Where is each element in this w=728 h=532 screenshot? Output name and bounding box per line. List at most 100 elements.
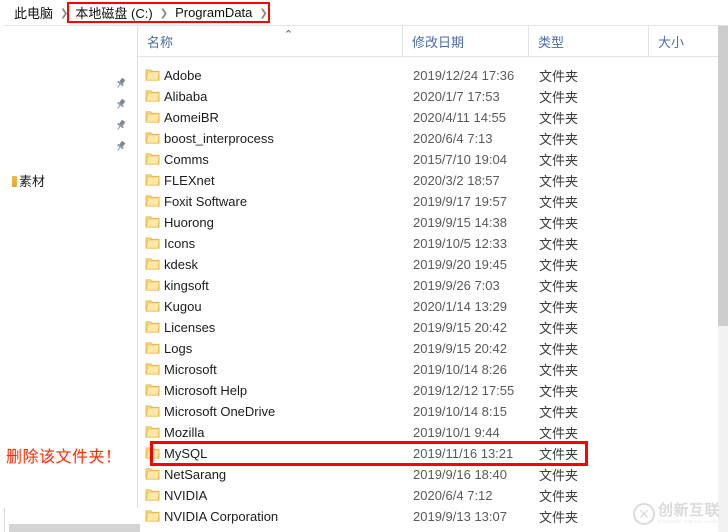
folder-icon xyxy=(145,257,160,271)
folder-icon xyxy=(145,320,160,334)
file-type-cell: 文件夹 xyxy=(539,300,579,315)
table-row[interactable]: Microsoft 2019/10/14 8:26 文件夹 xyxy=(138,359,718,380)
file-type-cell: 文件夹 xyxy=(539,216,579,231)
table-row[interactable]: Huorong 2019/9/15 14:38 文件夹 xyxy=(138,212,718,233)
vscroll-thumb[interactable] xyxy=(718,26,728,326)
file-name-cell[interactable]: Mozilla xyxy=(164,425,204,440)
sidebar-item-sucai[interactable]: 素材 xyxy=(12,171,45,190)
breadcrumb-item-1[interactable]: 本地磁盘 (C:) xyxy=(71,3,156,22)
file-name-cell[interactable]: Huorong xyxy=(164,215,214,230)
file-name-cell[interactable]: Foxit Software xyxy=(164,194,247,209)
pin-icon[interactable] xyxy=(114,140,127,153)
pin-icon[interactable] xyxy=(114,77,127,90)
file-type-cell: 文件夹 xyxy=(539,426,579,441)
file-name-cell[interactable]: MySQL xyxy=(164,446,207,461)
column-header-type[interactable]: 类型 xyxy=(528,26,648,56)
file-name-cell[interactable]: Microsoft xyxy=(164,362,217,377)
breadcrumb-chevron-right-icon[interactable]: ❯ xyxy=(256,8,270,19)
table-row[interactable]: Adobe 2019/12/24 17:36 文件夹 xyxy=(138,65,718,86)
file-type-cell: 文件夹 xyxy=(539,69,579,84)
pin-icon[interactable] xyxy=(114,119,127,132)
file-name-cell[interactable]: Alibaba xyxy=(164,89,207,104)
file-name-cell[interactable]: Comms xyxy=(164,152,209,167)
file-name-cell[interactable]: Licenses xyxy=(164,320,215,335)
file-type-cell: 文件夹 xyxy=(539,90,579,105)
table-row[interactable]: AomeiBR 2020/4/11 14:55 文件夹 xyxy=(138,107,718,128)
table-row[interactable]: MySQL 2019/11/16 13:21 文件夹 xyxy=(138,443,718,464)
table-row[interactable]: Icons 2019/10/5 12:33 文件夹 xyxy=(138,233,718,254)
nav-horizontal-scrollbar[interactable] xyxy=(9,524,140,532)
nav-hscroll-thumb[interactable] xyxy=(9,524,140,532)
table-row[interactable]: kdesk 2019/9/20 19:45 文件夹 xyxy=(138,254,718,275)
table-row[interactable]: Mozilla 2019/10/1 9:44 文件夹 xyxy=(138,422,718,443)
file-name-cell[interactable]: Kugou xyxy=(164,299,202,314)
file-name-cell[interactable]: boost_interprocess xyxy=(164,131,274,146)
sidebar-item-label: 素材 xyxy=(19,174,46,189)
folder-icon xyxy=(145,425,160,439)
column-header-row[interactable]: 名称 修改日期 类型 大小 ⌃ xyxy=(138,26,718,57)
date-modified-cell: 2019/10/14 8:26 xyxy=(413,362,507,377)
folder-icon xyxy=(145,488,160,502)
table-row[interactable]: Microsoft Help 2019/12/12 17:55 文件夹 xyxy=(138,380,718,401)
date-modified-cell: 2020/3/2 18:57 xyxy=(413,173,500,188)
date-modified-cell: 2019/9/15 20:42 xyxy=(413,341,507,356)
table-row[interactable]: Microsoft OneDrive 2019/10/14 8:15 文件夹 xyxy=(138,401,718,422)
column-header-date[interactable]: 修改日期 xyxy=(402,26,528,56)
table-row[interactable]: Licenses 2019/9/15 20:42 文件夹 xyxy=(138,317,718,338)
table-row[interactable]: Alibaba 2020/1/7 17:53 文件夹 xyxy=(138,86,718,107)
date-modified-cell: 2020/1/14 13:29 xyxy=(413,299,507,314)
table-row[interactable]: kingsoft 2019/9/26 7:03 文件夹 xyxy=(138,275,718,296)
address-bar[interactable]: 此电脑 ❯ 本地磁盘 (C:) ❯ ProgramData ❯ xyxy=(4,0,728,26)
folder-icon xyxy=(145,89,160,103)
file-name-cell[interactable]: FLEXnet xyxy=(164,173,215,188)
folder-icon xyxy=(12,176,17,187)
folder-icon xyxy=(145,341,160,355)
table-row[interactable]: Foxit Software 2019/9/17 19:57 文件夹 xyxy=(138,191,718,212)
breadcrumb-item-0[interactable]: 此电脑 xyxy=(10,3,57,22)
file-name-cell[interactable]: NVIDIA xyxy=(164,488,207,503)
file-name-cell[interactable]: NVIDIA Corporation xyxy=(164,509,278,524)
table-row[interactable]: NVIDIA 2020/6/4 7:12 文件夹 xyxy=(138,485,718,506)
date-modified-cell: 2019/12/24 17:36 xyxy=(413,68,515,83)
folder-icon xyxy=(145,278,160,292)
file-name-cell[interactable]: Adobe xyxy=(164,68,202,83)
pin-icon[interactable] xyxy=(114,98,127,111)
vertical-scrollbar[interactable] xyxy=(718,26,728,532)
file-name-cell[interactable]: Icons xyxy=(164,236,195,251)
table-row[interactable]: Comms 2015/7/10 19:04 文件夹 xyxy=(138,149,718,170)
file-name-cell[interactable]: NetSarang xyxy=(164,467,226,482)
file-type-cell: 文件夹 xyxy=(539,237,579,252)
table-row[interactable]: NetSarang 2019/9/16 18:40 文件夹 xyxy=(138,464,718,485)
breadcrumb-item-2[interactable]: ProgramData xyxy=(171,5,256,20)
breadcrumb[interactable]: 此电脑 ❯ 本地磁盘 (C:) ❯ ProgramData ❯ xyxy=(10,0,271,25)
file-type-cell: 文件夹 xyxy=(539,153,579,168)
folder-icon xyxy=(145,110,160,124)
file-name-cell[interactable]: Microsoft Help xyxy=(164,383,247,398)
table-row[interactable]: Logs 2019/9/15 20:42 文件夹 xyxy=(138,338,718,359)
date-modified-cell: 2019/11/16 13:21 xyxy=(413,446,514,461)
navigation-pane[interactable]: 素材 xyxy=(4,26,140,532)
file-name-cell[interactable]: kdesk xyxy=(164,257,198,272)
file-type-cell: 文件夹 xyxy=(539,363,579,378)
file-name-cell[interactable]: AomeiBR xyxy=(164,110,219,125)
folder-icon xyxy=(145,362,160,376)
file-name-cell[interactable]: Microsoft OneDrive xyxy=(164,404,275,419)
breadcrumb-chevron-right-icon[interactable]: ❯ xyxy=(157,8,171,19)
file-type-cell: 文件夹 xyxy=(539,258,579,273)
table-row[interactable]: NVIDIA Corporation 2019/9/13 13:07 文件夹 xyxy=(138,506,718,527)
file-name-cell[interactable]: Logs xyxy=(164,341,192,356)
file-type-cell: 文件夹 xyxy=(539,174,579,189)
folder-icon xyxy=(145,68,160,82)
folder-icon xyxy=(145,299,160,313)
file-name-cell[interactable]: kingsoft xyxy=(164,278,209,293)
file-list[interactable]: Adobe 2019/12/24 17:36 文件夹 Alibaba 2020/1/7 … xyxy=(138,57,718,532)
sort-ascending-icon: ⌃ xyxy=(283,29,294,41)
table-row[interactable]: boost_interprocess 2020/6/4 7:13 文件夹 xyxy=(138,128,718,149)
column-header-size[interactable]: 大小 xyxy=(648,26,718,56)
date-modified-cell: 2019/12/12 17:55 xyxy=(413,383,515,398)
table-row[interactable]: FLEXnet 2020/3/2 18:57 文件夹 xyxy=(138,170,718,191)
breadcrumb-chevron-right-icon[interactable]: ❯ xyxy=(57,8,71,19)
folder-icon xyxy=(145,467,160,481)
column-header-name[interactable]: 名称 xyxy=(138,26,402,56)
table-row[interactable]: Kugou 2020/1/14 13:29 文件夹 xyxy=(138,296,718,317)
